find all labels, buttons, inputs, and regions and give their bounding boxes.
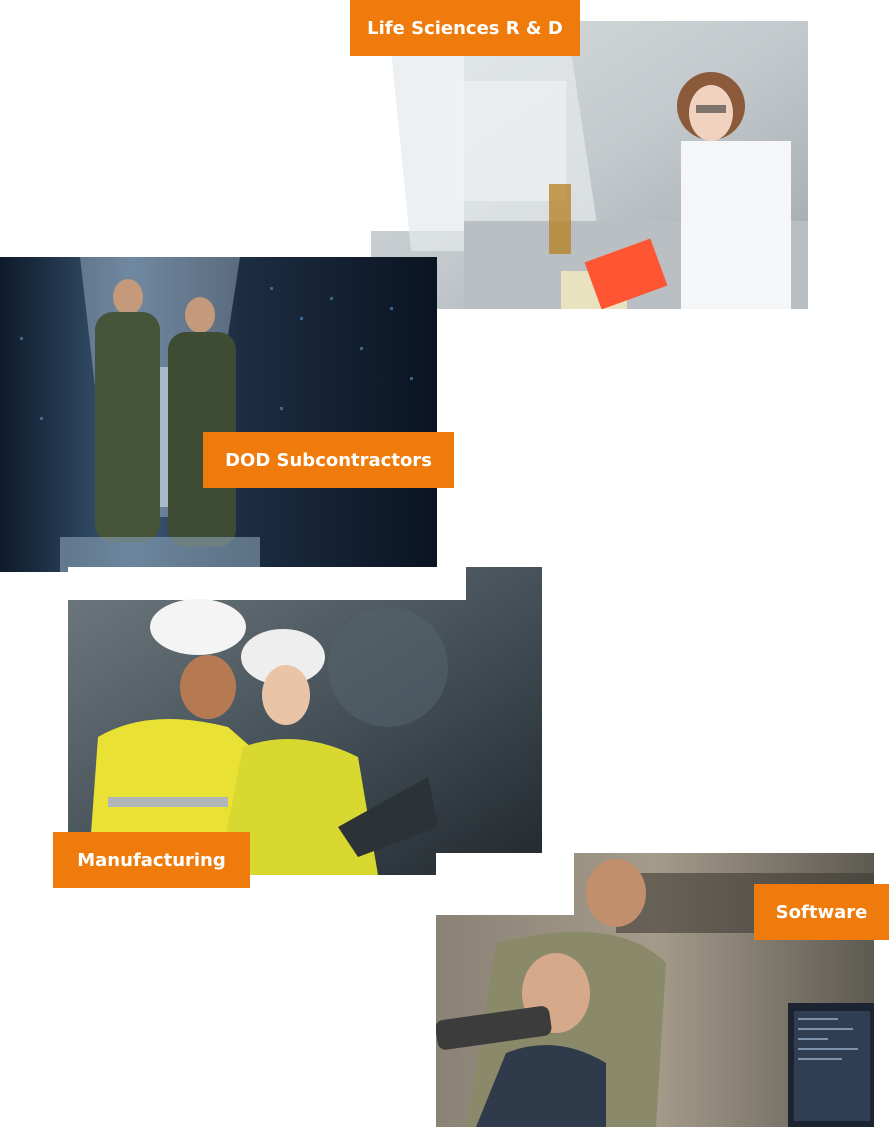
life-sciences-label[interactable]: Life Sciences R & D	[350, 0, 580, 56]
software-label[interactable]: Software	[754, 884, 889, 940]
engineers-with-laptop-photo	[68, 567, 542, 875]
soldiers-in-server-room-photo	[0, 257, 437, 572]
manufacturing-label[interactable]: Manufacturing	[53, 832, 250, 888]
dod-subcontractors-label[interactable]: DOD Subcontractors	[203, 432, 454, 488]
